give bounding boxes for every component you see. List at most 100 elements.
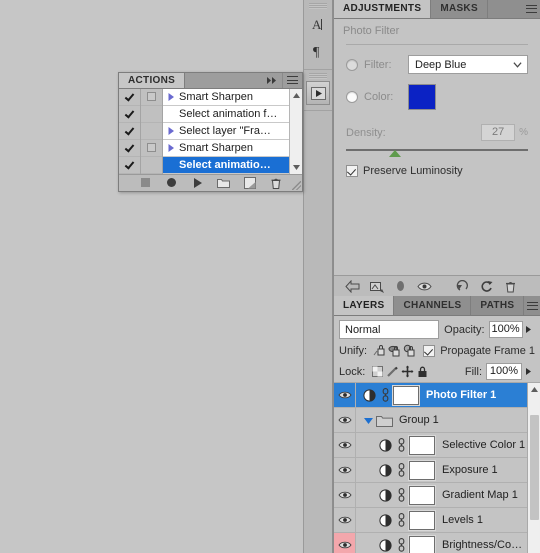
tab-masks[interactable]: MASKS [431,0,488,18]
tab-channels[interactable]: CHANNELS [394,296,472,315]
adjustment-layer-icon[interactable] [376,538,394,552]
tab-actions[interactable]: ACTIONS [119,73,186,88]
actions-dialog-column[interactable] [141,88,163,174]
layer-row[interactable]: Exposure 1 [334,457,540,483]
opacity-slider-arrow-icon[interactable] [523,321,535,338]
action-dialog-cell[interactable] [141,140,162,157]
color-radio[interactable] [346,91,358,103]
density-slider-thumb[interactable] [389,150,402,157]
layers-scroll-thumb[interactable] [530,415,539,520]
action-toggle-cell[interactable] [119,89,140,106]
fill-slider-arrow-icon[interactable] [522,363,535,380]
layer-visibility-eye-icon[interactable] [334,457,356,483]
actions-toggle-column[interactable] [119,88,141,174]
scroll-up-arrow-icon[interactable] [528,383,540,396]
layer-row[interactable]: Brightness/Co… [334,532,540,553]
layer-row[interactable]: Gradient Map 1 [334,482,540,508]
delete-icon[interactable] [269,176,283,190]
layer-mask-thumbnail[interactable] [409,435,435,455]
reset-previous-icon[interactable] [450,277,474,297]
adjustment-layer-icon[interactable] [376,463,394,477]
checkmark-icon[interactable] [125,143,134,152]
action-dialog-cell[interactable] [141,89,162,106]
layer-visibility-eye-icon[interactable] [334,482,356,508]
lock-all-icon[interactable] [415,364,430,379]
layer-mask-thumbnail[interactable] [409,510,435,530]
action-toggle-cell[interactable] [119,157,140,174]
fill-field[interactable]: 100% [486,363,522,380]
action-dialog-cell[interactable] [141,106,162,123]
actions-scroll-up-icon[interactable] [290,89,302,102]
density-slider[interactable] [346,149,528,157]
record-icon[interactable] [165,176,179,190]
filter-radio[interactable] [346,58,358,71]
density-value-field[interactable]: 27 [481,124,516,141]
layer-row[interactable]: Levels 1 [334,507,540,533]
lock-position-icon[interactable] [400,364,415,379]
checkmark-icon[interactable] [125,160,134,169]
action-expand-triangle-icon[interactable] [163,126,179,136]
group-disclosure-triangle-icon[interactable] [360,416,376,425]
layers-panel-menu-icon[interactable] [524,296,540,315]
action-row[interactable]: Select animatio… [163,156,302,174]
filter-select[interactable]: Deep Blue [408,55,528,74]
new-action-icon[interactable] [243,176,257,190]
lock-transparency-icon[interactable] [370,364,385,379]
adjustment-layer-icon[interactable] [376,488,394,502]
character-panel-icon[interactable]: A [305,11,331,37]
layers-scrollbar[interactable] [527,383,540,553]
layer-visibility-eye-icon[interactable] [334,432,356,458]
layer-row[interactable]: Photo Filter 1 [334,383,540,408]
toggle-preview-icon[interactable] [388,277,412,297]
layer-list[interactable]: Photo Filter 1 Group 1 Selective Color 1… [334,382,540,553]
adjustment-layer-icon[interactable] [360,388,378,402]
layer-visibility-eye-icon[interactable] [334,532,356,553]
propagate-frame-checkbox[interactable] [423,344,436,357]
layer-row[interactable]: Group 1 [334,407,540,433]
layer-visibility-eye-icon[interactable] [334,383,356,408]
action-expand-triangle-icon[interactable] [163,92,179,102]
tab-adjustments[interactable]: ADJUSTMENTS [334,0,432,18]
layer-mask-link-icon[interactable] [394,438,409,452]
actions-rows[interactable]: Smart Sharpen Select animation f… Select … [163,88,302,174]
paragraph-panel-icon[interactable]: ¶ [305,38,331,64]
action-row[interactable]: Smart Sharpen [163,88,302,106]
actions-play-icon[interactable] [306,81,330,105]
eye-icon[interactable] [412,277,436,297]
unify-position-icon[interactable] [372,343,387,358]
tab-paths[interactable]: PATHS [471,296,525,315]
layer-mask-thumbnail[interactable] [409,485,435,505]
back-arrow-icon[interactable] [340,277,364,297]
lock-image-icon[interactable] [385,364,400,379]
adjustments-panel-menu-icon[interactable] [522,0,540,18]
layer-mask-link-icon[interactable] [394,463,409,477]
layer-mask-thumbnail[interactable] [393,385,419,405]
opacity-field[interactable]: 100% [488,321,523,338]
dock-grip-2[interactable] [309,73,327,79]
layer-mask-link-icon[interactable] [394,513,409,527]
actions-scrollbar[interactable] [289,88,302,174]
collapse-double-arrow-icon[interactable] [262,73,282,88]
action-toggle-cell[interactable] [119,123,140,140]
layer-visibility-eye-icon[interactable] [334,407,356,433]
action-expand-triangle-icon[interactable] [163,143,179,153]
action-dialog-cell[interactable] [141,157,162,174]
layer-mask-thumbnail[interactable] [409,460,435,480]
layer-row[interactable]: Selective Color 1 [334,432,540,458]
unify-style-icon[interactable] [402,343,417,358]
action-row[interactable]: Smart Sharpen [163,139,302,157]
layer-visibility-eye-icon[interactable] [334,507,356,533]
dialog-toggle-box[interactable] [147,143,156,153]
action-row[interactable]: Select animation f… [163,105,302,123]
layer-mask-thumbnail[interactable] [409,535,435,553]
actions-panel-menu-icon[interactable] [282,73,302,88]
clip-to-layer-icon[interactable] [364,277,388,297]
layer-mask-link-icon[interactable] [378,388,393,402]
layer-mask-link-icon[interactable] [394,538,409,552]
propagate-frame-row[interactable]: Propagate Frame 1 [423,344,535,357]
action-toggle-cell[interactable] [119,106,140,123]
adjustment-layer-icon[interactable] [376,438,394,452]
resize-grip[interactable] [292,181,301,190]
adjustment-layer-icon[interactable] [376,513,394,527]
preserve-luminosity-checkbox[interactable] [346,165,358,177]
